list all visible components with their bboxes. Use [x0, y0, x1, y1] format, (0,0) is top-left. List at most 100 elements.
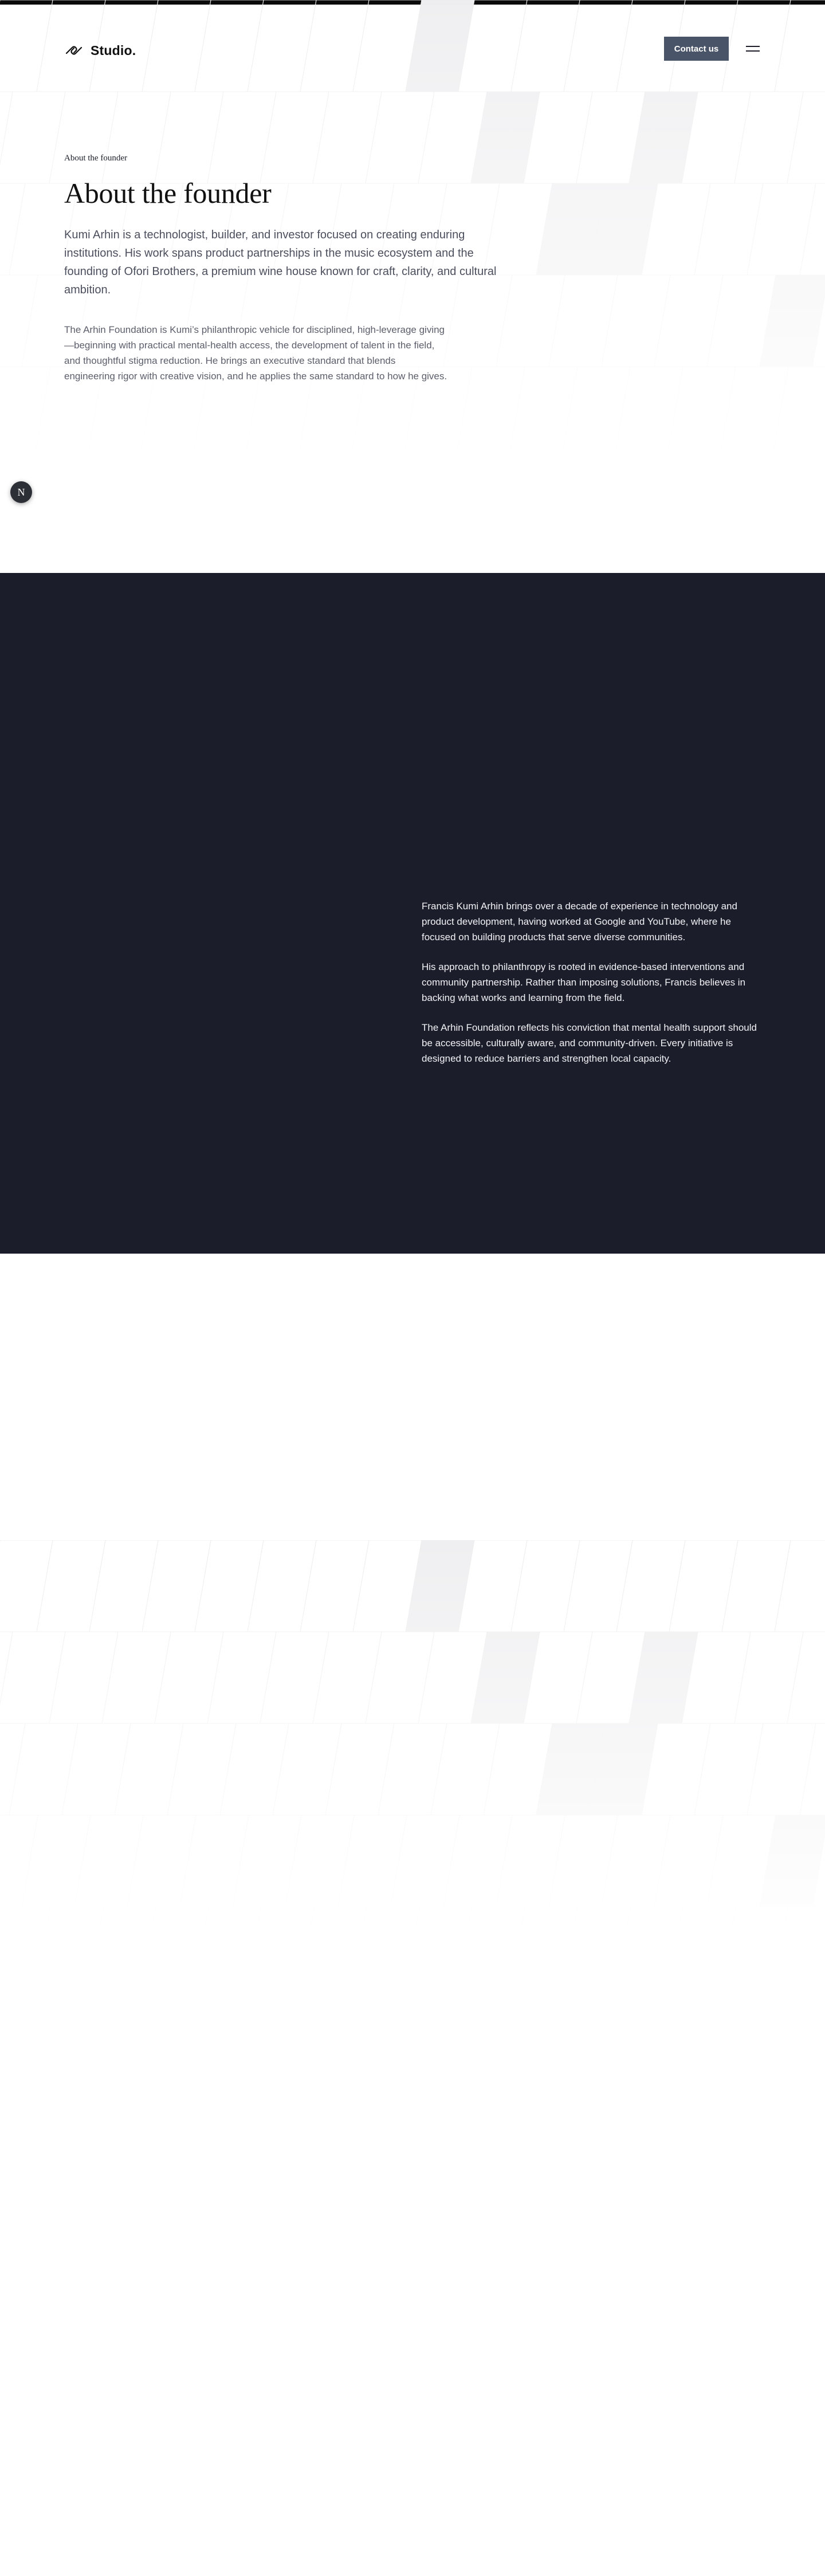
hamburger-icon[interactable] [746, 42, 760, 55]
grid-cell [0, 1540, 53, 1632]
avatar-button[interactable]: N [10, 481, 32, 503]
grid-cell [721, 1540, 791, 1632]
foundation-paragraph: The Arhin Foundation is Kumi’s philanthr… [64, 324, 447, 382]
bio-paragraph: Francis Kumi Arhin brings over a decade … [422, 901, 737, 943]
grid-cell [96, 1906, 156, 1941]
lead-paragraph: Kumi Arhin is a technologist, builder, a… [64, 229, 497, 296]
grid-cell [300, 1540, 370, 1632]
grid-cell [812, 1833, 825, 1907]
grid-cell [167, 1723, 237, 1816]
grid-cell [774, 1540, 825, 1632]
grid-cell [747, 1723, 816, 1816]
grid-cell [734, 1631, 804, 1724]
grid-cell [101, 1631, 171, 1724]
grid-cell [536, 1723, 606, 1816]
bio-paragraph: The Arhin Foundation reflects his convic… [422, 1022, 757, 1064]
grid-cell [518, 1906, 578, 1941]
grid-cell [470, 1631, 540, 1724]
grid-cell [563, 1540, 633, 1632]
grid-cell [21, 1815, 91, 1907]
bio-copy: Francis Kumi Arhin brings over a decade … [422, 898, 760, 1081]
grid-cell [641, 1723, 711, 1816]
grid-cell [89, 1540, 159, 1632]
grid-cell [465, 1906, 525, 1941]
grid-cell [623, 1906, 683, 1941]
grid-cell [0, 1631, 66, 1724]
grid-cell [312, 1631, 382, 1724]
grid-cell [44, 1906, 104, 1941]
grid-cell [0, 1906, 51, 1941]
logo-link[interactable]: Studio. [64, 39, 136, 62]
grid-cell [0, 1723, 26, 1816]
grid-cell [523, 1631, 593, 1724]
grid-cell [483, 1723, 553, 1816]
bio-paragraph: His approach to philanthropy is rooted i… [422, 961, 746, 1003]
grid-cell [36, 1540, 106, 1632]
site-header: Studio. Contact us [0, 5, 825, 91]
grid-cell [496, 1815, 565, 1907]
grid-cell [510, 1540, 580, 1632]
grid-cell [729, 1906, 789, 1941]
grid-cell [628, 1631, 698, 1724]
grid-cell [307, 1906, 367, 1941]
grid-cell [149, 1906, 209, 1941]
grid-cell [676, 1906, 736, 1941]
grid-cell [127, 1815, 197, 1907]
grid-cell [378, 1723, 447, 1816]
grid-cell [154, 1631, 224, 1724]
grid-cell [548, 1815, 618, 1907]
grid-cell [571, 1906, 631, 1941]
grid-cell [202, 1906, 262, 1941]
about-section: About the founder About the founder Kumi… [0, 91, 825, 573]
grid-cell [759, 1815, 825, 1907]
grid-cell [787, 1631, 825, 1724]
grid-cell [430, 1723, 500, 1816]
grid-cell [390, 1815, 460, 1907]
grid-cell [706, 1815, 776, 1907]
grid-cell [576, 1631, 646, 1724]
grid-cell [681, 1631, 751, 1724]
grid-cell [9, 1723, 78, 1816]
logo-text: Studio. [91, 42, 136, 58]
grid-cell [601, 1815, 671, 1907]
grid-cell [254, 1906, 315, 1941]
grid-cell [142, 1540, 211, 1632]
link-icon [65, 46, 82, 55]
grid-cell [418, 1631, 488, 1724]
grid-cell [799, 1723, 825, 1816]
grid-cell [61, 1723, 131, 1816]
grid-cell [365, 1631, 435, 1724]
grid-cell [0, 1631, 13, 1706]
grid-cell [458, 1540, 528, 1632]
grid-cell [694, 1723, 764, 1816]
top-border [0, 0, 825, 5]
grid-cell [352, 1540, 422, 1632]
grid-cell [207, 1631, 277, 1724]
grid-cell [588, 1723, 658, 1816]
grid-cell [412, 1906, 473, 1941]
page-title: About the founder [64, 177, 272, 209]
grid-cell [443, 1815, 513, 1907]
grid-cell [654, 1815, 724, 1907]
grid-cell [194, 1540, 264, 1632]
grid-cell [219, 1723, 289, 1816]
grid-cell [285, 1815, 355, 1907]
grid-cell [114, 1723, 184, 1816]
grid-cell [0, 1815, 38, 1907]
contact-button[interactable]: Contact us [664, 37, 729, 61]
grid-cell [669, 1540, 738, 1632]
eyebrow-label: About the founder [64, 154, 127, 163]
grid-cell [260, 1631, 329, 1724]
grid-cell [49, 1631, 119, 1724]
grid-cell [781, 1906, 825, 1941]
grid-pattern-bottom [0, 1540, 825, 1941]
grid-cell [179, 1815, 249, 1907]
grid-cell [232, 1815, 302, 1907]
grid-cell [247, 1540, 317, 1632]
grid-cell [74, 1815, 144, 1907]
grid-cell [616, 1540, 686, 1632]
founder-bio-section: Francis Kumi Arhin brings over a decade … [0, 573, 825, 1254]
grid-cell [360, 1906, 420, 1941]
grid-cell [405, 1540, 475, 1632]
grid-cell [272, 1723, 342, 1816]
